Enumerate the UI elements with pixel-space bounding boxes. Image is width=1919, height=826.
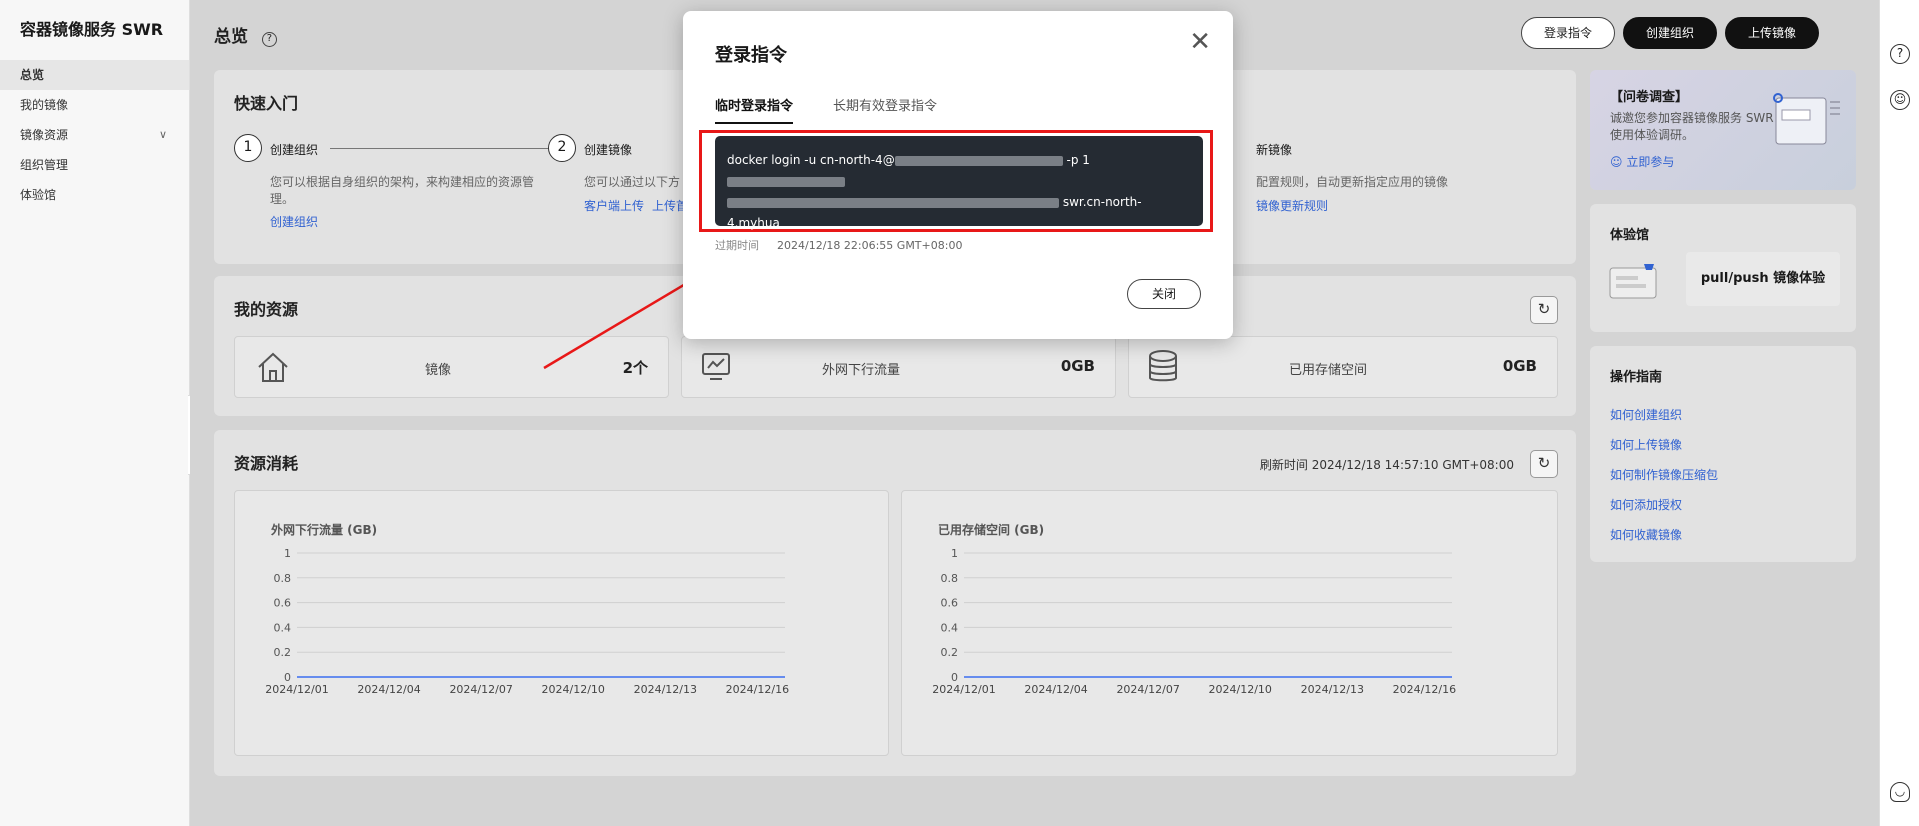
command-line-1: docker login -u cn-north-4@ -p 1 (727, 150, 1191, 192)
dialog-title: 登录指令 (715, 45, 787, 66)
dialog-tabs: 临时登录指令 长期有效登录指令 (715, 95, 937, 124)
dialog-close-button[interactable]: 关闭 (1126, 279, 1201, 309)
redacted-mask (727, 197, 1059, 208)
close-icon[interactable]: ✕ (1189, 27, 1211, 57)
command-part: -p 1 (1066, 153, 1090, 167)
expire-value: 2024/12/18 22:06:55 GMT+08:00 (777, 239, 963, 252)
tab-temporary[interactable]: 临时登录指令 (715, 95, 794, 124)
login-command-dialog: 登录指令 ✕ 临时登录指令 长期有效登录指令 docker login -u c… (683, 11, 1233, 339)
redacted-mask (894, 155, 1063, 166)
command-part: docker login -u cn-north-4@ (727, 153, 895, 167)
login-command-text[interactable]: docker login -u cn-north-4@ -p 1 swr.cn-… (715, 136, 1203, 251)
expire-label: 过期时间 (715, 239, 759, 252)
expire-info: 过期时间 2024/12/18 22:06:55 GMT+08:00 (715, 237, 962, 253)
redacted-mask (727, 176, 845, 187)
tab-long-term[interactable]: 长期有效登录指令 (833, 95, 937, 124)
command-line-2: swr.cn-north-4.myhua (727, 192, 1191, 234)
